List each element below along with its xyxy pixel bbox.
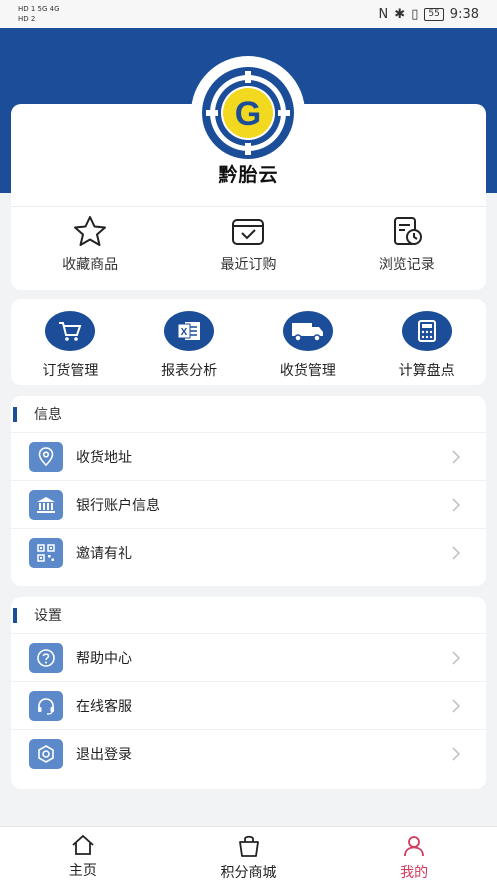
clock: 9:38 — [449, 6, 479, 22]
logo-mark-icon: G — [202, 67, 294, 159]
app-logo: G — [191, 56, 305, 170]
func-label: 报表分析 — [161, 363, 218, 379]
list-item-label: 银行账户信息 — [76, 497, 160, 514]
list-item-label: 邀请有礼 — [76, 546, 132, 562]
func-label: 订货管理 — [42, 363, 99, 379]
quick-actions: 收藏商品 最近订购 浏览记录 — [11, 216, 486, 280]
quick-label: 浏览记录 — [378, 257, 435, 273]
func-receiving-management[interactable]: 收货管理 — [249, 299, 368, 385]
chevron-right-icon — [452, 699, 461, 713]
app-name: 黔胎云 — [218, 164, 279, 186]
list-item-label: 退出登录 — [76, 747, 132, 763]
vibrate-icon: ▯ — [411, 6, 419, 22]
bag-icon — [238, 835, 259, 857]
list-item-label: 在线客服 — [76, 698, 132, 715]
chevron-right-icon — [452, 498, 461, 512]
headset-icon — [29, 690, 63, 721]
logout-icon — [29, 739, 63, 769]
list-item-help-center[interactable]: 帮助中心 — [11, 634, 486, 682]
svg-text:G: G — [235, 95, 261, 133]
function-card: 订货管理 X 报表分析 收货管理 计算盘点 — [11, 299, 486, 385]
tab-label: 我的 — [400, 865, 429, 881]
list-item-logout[interactable]: 退出登录 — [11, 730, 486, 778]
list-item-label: 帮助中心 — [76, 650, 132, 667]
section-marker — [13, 407, 17, 422]
calculator-icon — [401, 311, 452, 351]
func-label: 收货管理 — [279, 363, 336, 379]
quick-history[interactable]: 浏览记录 — [328, 216, 486, 280]
info-section: 信息 收货地址 银行账户信息 邀请有礼 — [11, 396, 486, 586]
list-item-bank-account[interactable]: 银行账户信息 — [11, 481, 486, 529]
func-inventory-count[interactable]: 计算盘点 — [367, 299, 486, 385]
quick-label: 最近订购 — [220, 257, 277, 273]
divider — [11, 206, 486, 207]
chevron-right-icon — [452, 546, 461, 560]
user-icon — [404, 836, 425, 857]
section-header: 信息 — [11, 396, 486, 433]
chevron-right-icon — [452, 651, 461, 665]
func-label: 计算盘点 — [398, 363, 455, 379]
help-icon — [29, 642, 63, 673]
quick-recent-orders[interactable]: 最近订购 — [169, 216, 327, 280]
settings-section: 设置 帮助中心 在线客服 退出登录 — [11, 597, 486, 789]
tab-mine[interactable]: 我的 — [331, 827, 497, 883]
location-icon — [29, 441, 63, 472]
list-item-online-service[interactable]: 在线客服 — [11, 682, 486, 730]
status-bar: HD 1 5G 4G HD 2 N ✱ ▯ 55 9:38 — [0, 0, 497, 28]
sim2-signal: HD 2 — [18, 15, 36, 23]
tab-label: 主页 — [68, 863, 97, 879]
func-report-analysis[interactable]: X 报表分析 — [130, 299, 249, 385]
signal-indicators: HD 1 5G 4G HD 2 — [18, 5, 60, 23]
bluetooth-icon: ✱ — [394, 6, 406, 22]
qrcode-icon — [29, 538, 63, 568]
list-item-shipping-address[interactable]: 收货地址 — [11, 433, 486, 481]
quick-favorites[interactable]: 收藏商品 — [11, 216, 169, 280]
nfc-icon: N — [378, 6, 389, 22]
battery-indicator: 55 — [424, 7, 444, 21]
quick-label: 收藏商品 — [62, 257, 119, 273]
list-item-label: 收货地址 — [76, 449, 132, 466]
tab-home[interactable]: 主页 — [0, 827, 166, 883]
section-header: 设置 — [11, 597, 486, 634]
svg-text:X: X — [181, 327, 188, 338]
truck-icon — [282, 311, 333, 351]
star-icon — [72, 216, 108, 246]
section-title: 设置 — [34, 608, 62, 624]
bank-icon — [29, 489, 63, 520]
tab-points-mall[interactable]: 积分商城 — [166, 827, 332, 883]
chevron-right-icon — [452, 450, 461, 464]
func-order-management[interactable]: 订货管理 — [11, 299, 130, 385]
tab-label: 积分商城 — [220, 865, 277, 881]
history-icon — [389, 216, 425, 246]
box-check-icon — [230, 216, 266, 246]
cart-icon — [45, 311, 96, 351]
excel-icon: X — [164, 311, 215, 351]
list-item-invite[interactable]: 邀请有礼 — [11, 529, 486, 577]
bottom-tab-bar: 主页 积分商城 我的 — [0, 826, 497, 883]
sim1-signal: HD 1 5G 4G — [18, 5, 60, 13]
section-marker — [13, 608, 17, 623]
chevron-right-icon — [452, 747, 461, 761]
home-icon — [72, 834, 94, 855]
section-title: 信息 — [34, 407, 62, 423]
